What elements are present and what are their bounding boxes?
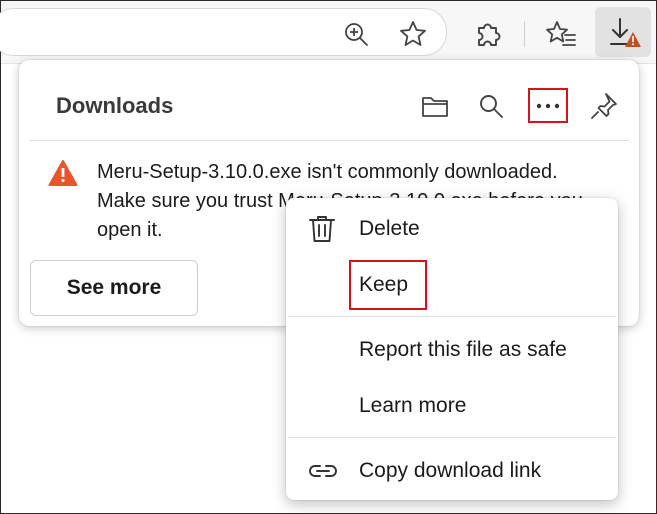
toolbar-separator (524, 21, 525, 47)
favorite-star-icon[interactable] (396, 17, 430, 51)
menu-item-delete[interactable]: Delete (286, 204, 618, 254)
zoom-in-icon[interactable] (340, 18, 372, 50)
menu-item-report-safe[interactable]: Report this file as safe (286, 325, 618, 375)
menu-item-label: Delete (359, 217, 420, 240)
menu-item-label: Report this file as safe (359, 338, 567, 361)
extensions-puzzle-icon[interactable] (471, 17, 505, 51)
menu-separator (288, 437, 616, 438)
address-bar[interactable] (0, 8, 447, 56)
trash-icon (308, 214, 336, 244)
panel-divider (29, 140, 629, 141)
link-icon (308, 463, 338, 479)
more-options-highlight (528, 88, 568, 123)
favorites-list-icon[interactable] (544, 17, 578, 51)
menu-item-label: Learn more (359, 394, 467, 417)
pin-icon[interactable] (587, 89, 621, 123)
see-more-button[interactable]: See more (30, 260, 198, 316)
warning-line-1: Meru-Setup-3.10.0.exe isn't commonly dow… (97, 161, 558, 183)
panel-title: Downloads (56, 93, 174, 118)
search-icon[interactable] (475, 90, 507, 122)
browser-toolbar (0, 1, 656, 64)
downloads-button[interactable] (595, 7, 651, 57)
download-context-menu: Delete Keep Report this file as safe Lea… (286, 198, 618, 500)
folder-icon[interactable] (419, 90, 451, 122)
menu-item-label: Copy download link (359, 459, 542, 482)
menu-separator (288, 316, 616, 317)
keep-highlight (349, 260, 427, 310)
menu-item-keep[interactable]: Keep (286, 260, 618, 310)
menu-item-learn-more[interactable]: Learn more (286, 381, 618, 431)
warning-icon (48, 159, 78, 192)
menu-item-copy-link[interactable]: Copy download link (286, 446, 618, 496)
download-icon (610, 18, 641, 47)
